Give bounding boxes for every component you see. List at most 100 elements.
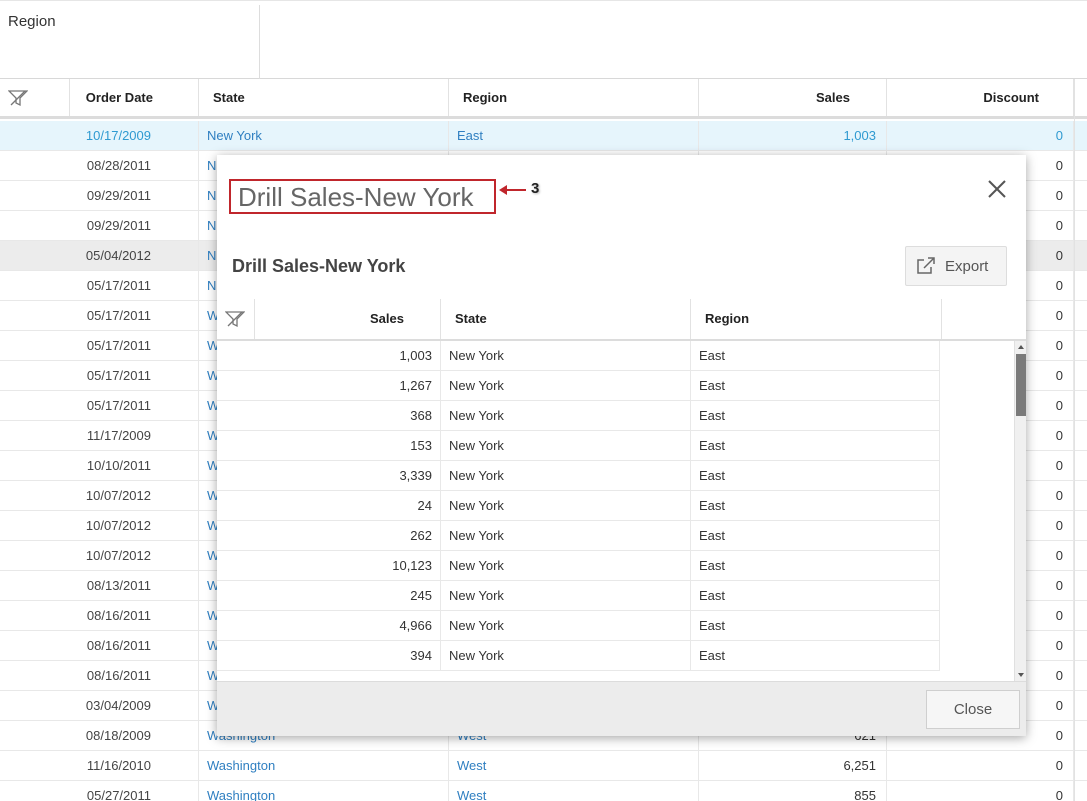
cell-order-date: 03/04/2009 [0, 691, 199, 720]
cell-order-date: 09/29/2011 [0, 181, 199, 210]
table-row[interactable]: 10/17/2009 New York East 1,003 0 [0, 121, 1087, 151]
modal-cell-state: New York [441, 431, 691, 460]
grid-header: Order Date State Region Sales Discount [0, 79, 1087, 119]
modal-table-row[interactable]: 10,123 New York East [217, 551, 940, 581]
modal-table-row[interactable]: 262 New York East [217, 521, 940, 551]
export-button[interactable]: Export [905, 246, 1007, 286]
grid-filter-cell[interactable] [0, 79, 70, 116]
modal-cell-region: East [691, 371, 940, 400]
region-filter-panel: Region [0, 0, 1087, 79]
modal-cell-region: East [691, 611, 940, 640]
modal-title: Drill Sales-New York [238, 182, 474, 212]
region-panel-divider [259, 5, 260, 79]
modal-table-row[interactable]: 153 New York East [217, 431, 940, 461]
modal-cell-region: East [691, 461, 940, 490]
modal-cell-sales: 1,003 [217, 341, 441, 370]
column-header-order-date[interactable]: Order Date [70, 79, 199, 116]
modal-cell-sales: 245 [217, 581, 441, 610]
modal-table-row[interactable]: 1,267 New York East [217, 371, 940, 401]
modal-cell-region: East [691, 641, 940, 670]
table-row[interactable]: 11/16/2010 Washington West 6,251 0 [0, 751, 1087, 781]
cell-order-date: 08/28/2011 [0, 151, 199, 180]
cell-region[interactable]: West [449, 781, 699, 801]
cell-order-date: 08/16/2011 [0, 661, 199, 690]
scrollbar-thumb[interactable] [1016, 354, 1026, 416]
cell-order-date: 10/10/2011 [0, 451, 199, 480]
modal-subtitle: Drill Sales-New York [232, 256, 406, 276]
modal-cell-state: New York [441, 491, 691, 520]
modal-filter-cell[interactable] [217, 299, 255, 339]
close-icon[interactable] [985, 177, 1009, 201]
cell-order-date: 08/13/2011 [0, 571, 199, 600]
modal-column-header-state[interactable]: State [441, 299, 691, 339]
modal-table-row[interactable]: 4,966 New York East [217, 611, 940, 641]
modal-cell-state: New York [441, 521, 691, 550]
modal-table-row[interactable]: 24 New York East [217, 491, 940, 521]
modal-cell-state: New York [441, 401, 691, 430]
modal-table-row[interactable]: 368 New York East [217, 401, 940, 431]
modal-cell-region: East [691, 521, 940, 550]
cell-discount: 0 [887, 781, 1074, 801]
scroll-down-icon[interactable] [1016, 670, 1026, 680]
modal-cell-region: East [691, 581, 940, 610]
modal-table-row[interactable]: 245 New York East [217, 581, 940, 611]
scroll-up-icon[interactable] [1016, 342, 1026, 352]
modal-cell-sales: 24 [217, 491, 441, 520]
annotation-arrow-icon [499, 185, 526, 195]
cell-order-date: 08/16/2011 [0, 631, 199, 660]
column-header-discount[interactable]: Discount [887, 79, 1074, 116]
table-row[interactable]: 05/27/2011 Washington West 855 0 [0, 781, 1087, 801]
modal-column-header-region[interactable]: Region [691, 299, 942, 339]
modal-cell-sales: 1,267 [217, 371, 441, 400]
cell-order-date: 05/17/2011 [0, 331, 199, 360]
modal-cell-state: New York [441, 341, 691, 370]
modal-cell-state: New York [441, 581, 691, 610]
annotation-number: 3 [531, 180, 540, 197]
modal-cell-sales: 394 [217, 641, 441, 670]
modal-table-row[interactable]: 3,339 New York East [217, 461, 940, 491]
modal-table-row[interactable]: 1,003 New York East [217, 341, 940, 371]
column-header-state[interactable]: State [199, 79, 449, 116]
cell-order-date: 05/17/2011 [0, 271, 199, 300]
cell-state[interactable]: Washington [199, 751, 449, 780]
modal-cell-sales: 4,966 [217, 611, 441, 640]
modal-cell-sales: 10,123 [217, 551, 441, 580]
modal-cell-sales: 153 [217, 431, 441, 460]
modal-table-row[interactable]: 394 New York East [217, 641, 940, 671]
modal-table-body: 1,003 New York East 1,267 New York East 368 New… [217, 341, 1014, 681]
modal-cell-region: East [691, 491, 940, 520]
modal-cell-sales: 262 [217, 521, 441, 550]
cell-order-date: 05/17/2011 [0, 301, 199, 330]
cell-order-date: 05/17/2011 [0, 361, 199, 390]
cell-order-date: 11/17/2009 [0, 421, 199, 450]
cell-discount: 0 [887, 751, 1074, 780]
export-icon [917, 257, 935, 274]
cell-sales: 855 [699, 781, 887, 801]
filter-icon[interactable] [225, 310, 245, 328]
cell-order-date: 10/07/2012 [0, 541, 199, 570]
cell-order-date: 05/17/2011 [0, 391, 199, 420]
cell-state[interactable]: New York [199, 121, 449, 150]
modal-cell-sales: 368 [217, 401, 441, 430]
cell-state[interactable]: Washington [199, 781, 449, 801]
modal-cell-state: New York [441, 611, 691, 640]
drill-modal: Drill Sales-New York 3 Drill Sales-New Y… [217, 155, 1026, 736]
filter-icon[interactable] [8, 89, 28, 107]
region-panel-label: Region [8, 13, 56, 30]
cell-order-date: 05/04/2012 [0, 241, 199, 270]
cell-region[interactable]: East [449, 121, 699, 150]
cell-order-date: 11/16/2010 [0, 751, 199, 780]
title-highlight-box: Drill Sales-New York [229, 179, 496, 214]
close-button[interactable]: Close [926, 690, 1020, 729]
modal-table-header: Sales State Region [217, 299, 1026, 341]
cell-region[interactable]: West [449, 751, 699, 780]
modal-cell-state: New York [441, 641, 691, 670]
cell-sales: 6,251 [699, 751, 887, 780]
grid-right-edge [1074, 79, 1087, 801]
modal-cell-region: East [691, 341, 940, 370]
modal-cell-state: New York [441, 461, 691, 490]
modal-scrollbar[interactable] [1014, 341, 1026, 681]
column-header-region[interactable]: Region [449, 79, 699, 116]
modal-column-header-sales[interactable]: Sales [255, 299, 441, 339]
column-header-sales[interactable]: Sales [699, 79, 887, 116]
